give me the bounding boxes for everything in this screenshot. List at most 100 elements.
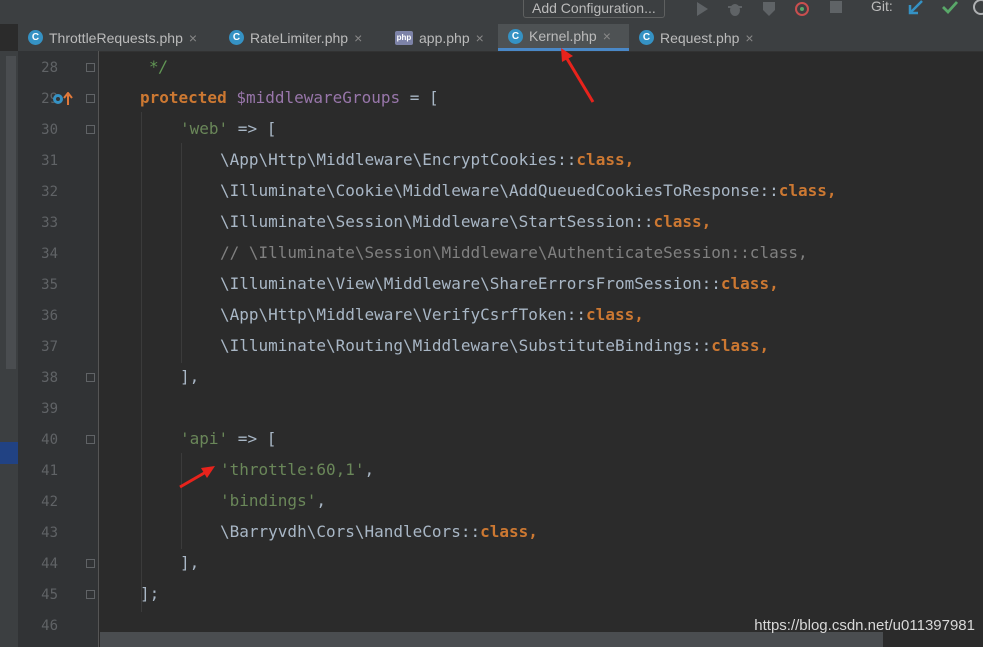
watermark: https://blog.csdn.net/u011397981 xyxy=(754,617,975,634)
git-update-icon[interactable] xyxy=(907,0,925,18)
code-token: 'bindings' xyxy=(220,491,317,510)
php-class-icon: C xyxy=(229,30,244,45)
code-token: \Barryvdh\Cors\HandleCors:: xyxy=(220,522,481,541)
line-number: 37 xyxy=(41,339,58,355)
fold-marker[interactable] xyxy=(86,559,95,568)
line-number: 30 xyxy=(41,122,58,138)
horizontal-scrollbar-thumb[interactable] xyxy=(100,632,883,647)
code-token: , xyxy=(316,491,326,510)
code-token: protected xyxy=(140,88,227,107)
code-line: protected $middlewareGroups = [ xyxy=(140,82,439,113)
git-commit-icon[interactable] xyxy=(941,0,959,18)
line-number: 34 xyxy=(41,246,58,262)
editor-tab-bar: C ThrottleRequests.php × C RateLimiter.p… xyxy=(18,24,983,52)
fold-marker[interactable] xyxy=(86,94,95,103)
code-token: ]; xyxy=(140,584,160,603)
line-number: 43 xyxy=(41,525,58,541)
code-token: , xyxy=(759,336,770,355)
line-number: 42 xyxy=(41,494,58,510)
code-token: \App\Http\Middleware\EncryptCookies:: xyxy=(220,150,577,169)
line-number: 35 xyxy=(41,277,58,293)
code-token: ], xyxy=(180,553,200,572)
code-line: \Illuminate\Cookie\Middleware\AddQueuedC… xyxy=(220,175,837,206)
code-line: \App\Http\Middleware\VerifyCsrfToken::cl… xyxy=(220,299,644,330)
coverage-icon[interactable] xyxy=(760,0,778,18)
php-class-icon: C xyxy=(28,30,43,45)
php-class-icon: C xyxy=(639,30,654,45)
code-line: ], xyxy=(180,547,199,578)
tab-ratelimiter[interactable]: C RateLimiter.php × xyxy=(219,24,385,51)
line-number: 31 xyxy=(41,153,58,169)
fold-marker[interactable] xyxy=(86,373,95,382)
line-number: 39 xyxy=(41,401,58,417)
code-line: \App\Http\Middleware\EncryptCookies::cla… xyxy=(220,144,634,175)
fold-marker[interactable] xyxy=(86,590,95,599)
tab-app[interactable]: php app.php × xyxy=(385,24,498,51)
code-token: , xyxy=(701,212,712,231)
code-token: */ xyxy=(149,57,169,76)
line-number: 33 xyxy=(41,215,58,231)
code-token: 'api' xyxy=(180,429,229,448)
vertical-scrollbar-thumb[interactable] xyxy=(6,56,16,369)
code-line: ], xyxy=(180,361,199,392)
code-token: ], xyxy=(180,367,200,386)
code-token: = [ xyxy=(400,88,439,107)
code-line: \Illuminate\Routing\Middleware\Substitut… xyxy=(220,330,769,361)
close-icon[interactable]: × xyxy=(745,30,753,46)
code-token: => [ xyxy=(228,429,277,448)
debug-icon[interactable] xyxy=(726,0,744,18)
code-line: // \Illuminate\Session\Middleware\Authen… xyxy=(220,237,808,268)
line-number: 41 xyxy=(41,463,58,479)
tab-request[interactable]: C Request.php × xyxy=(629,24,773,51)
profile-icon[interactable] xyxy=(793,0,811,18)
code-token: // \Illuminate\Session\Middleware\Authen… xyxy=(220,243,808,262)
code-line: 'api' => [ xyxy=(180,423,276,454)
fold-marker[interactable] xyxy=(86,435,95,444)
code-token: , xyxy=(364,460,375,479)
add-configuration-button[interactable]: Add Configuration... xyxy=(523,0,665,18)
close-icon[interactable]: × xyxy=(189,30,197,46)
code-token: \Illuminate\View\Middleware\ShareErrorsF… xyxy=(220,274,721,293)
code-token: , xyxy=(624,150,635,169)
code-token: \Illuminate\Routing\Middleware\Substitut… xyxy=(220,336,712,355)
line-number-gutter: 28 29 30 31 32 33 34 35 36 37 38 39 40 4… xyxy=(18,51,99,647)
indent-guide xyxy=(141,112,142,612)
code-token: $middlewareGroups xyxy=(236,88,401,107)
left-tool-strip xyxy=(0,51,18,647)
code-token: class xyxy=(576,150,625,169)
line-number: 40 xyxy=(41,432,58,448)
tab-kernel[interactable]: C Kernel.php × xyxy=(498,24,629,51)
git-label: Git: xyxy=(871,0,893,14)
code-token: class xyxy=(778,181,827,200)
code-line: */ xyxy=(149,51,168,82)
tab-throttlerequests[interactable]: C ThrottleRequests.php × xyxy=(18,24,219,51)
tab-label: ThrottleRequests.php xyxy=(49,29,183,46)
close-icon[interactable]: × xyxy=(603,28,611,44)
code-token: class xyxy=(720,274,770,293)
run-icon[interactable] xyxy=(693,0,711,18)
code-token: , xyxy=(528,522,538,541)
close-icon[interactable]: × xyxy=(354,30,362,46)
fold-marker[interactable] xyxy=(86,63,95,72)
override-method-icon[interactable] xyxy=(52,92,74,106)
code-token: , xyxy=(826,181,837,200)
code-editor[interactable]: */ protected $middlewareGroups = [ 'web' =… xyxy=(100,51,983,647)
code-token: \App\Http\Middleware\VerifyCsrfToken:: xyxy=(220,305,587,324)
tab-label: app.php xyxy=(419,29,470,46)
code-line: 'throttle:60,1', xyxy=(220,454,374,485)
code-token: class xyxy=(653,212,702,231)
close-icon[interactable]: × xyxy=(476,30,484,46)
tab-label: Kernel.php xyxy=(529,28,597,44)
code-token: => [ xyxy=(228,119,277,138)
line-number: 32 xyxy=(41,184,58,200)
code-token: class xyxy=(711,336,760,355)
fold-marker[interactable] xyxy=(86,125,95,134)
tab-label: RateLimiter.php xyxy=(250,29,349,46)
history-icon[interactable] xyxy=(971,0,983,18)
code-token: class xyxy=(586,305,635,324)
stop-icon[interactable] xyxy=(827,0,845,18)
indent-guide xyxy=(181,453,182,549)
code-token: 'web' xyxy=(180,119,229,138)
code-token: , xyxy=(634,305,644,324)
indent-guide xyxy=(181,143,182,363)
